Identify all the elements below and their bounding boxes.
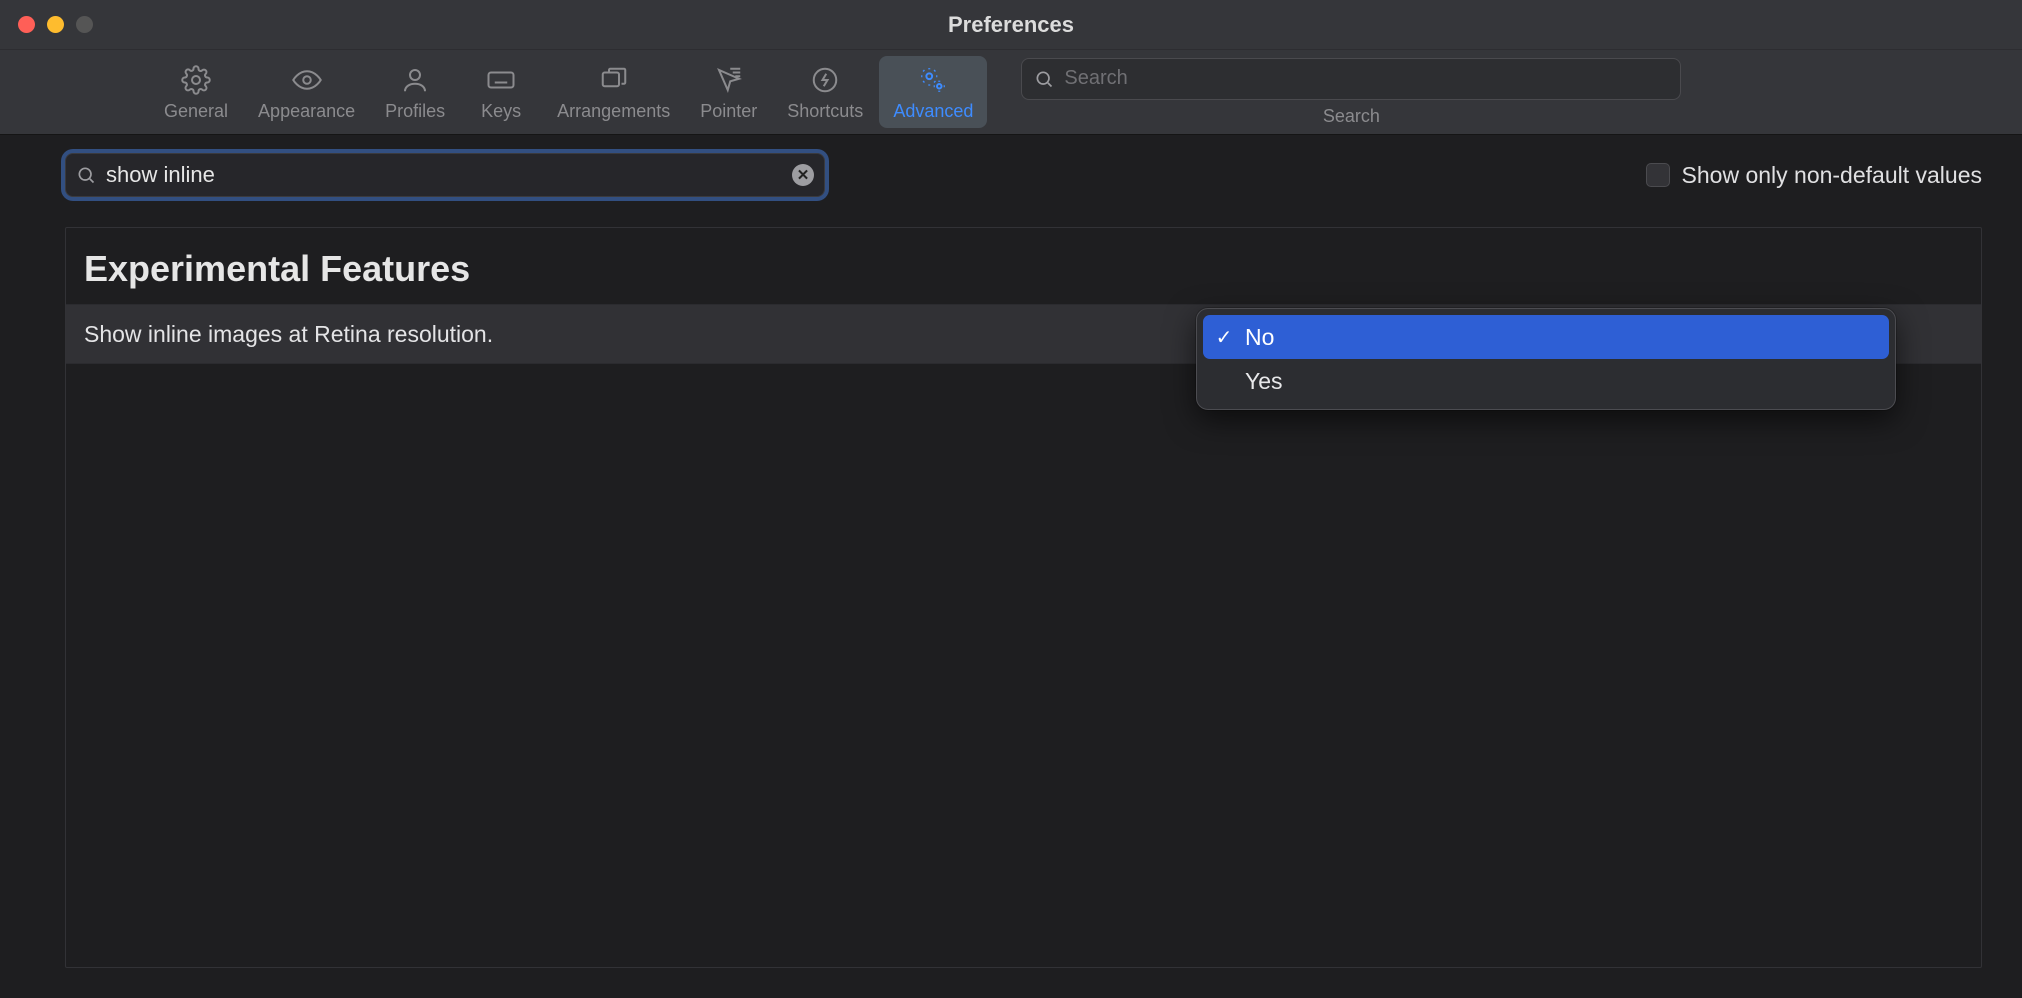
filter-input[interactable] — [106, 162, 782, 188]
dropdown-option-no[interactable]: ✓ No — [1203, 315, 1889, 359]
tab-appearance-label: Appearance — [258, 101, 355, 122]
eye-icon — [285, 65, 329, 95]
tab-appearance[interactable]: Appearance — [244, 56, 369, 128]
keyboard-icon — [480, 65, 522, 95]
nondefault-checkbox-label: Show only non-default values — [1682, 162, 1982, 189]
window-title: Preferences — [948, 12, 1074, 38]
tab-pointer[interactable]: Pointer — [686, 56, 771, 128]
cursor-icon — [712, 65, 746, 95]
tab-keys-label: Keys — [481, 101, 521, 122]
preferences-window: Preferences General Appearance Profi — [0, 0, 2022, 998]
gears-icon — [911, 65, 955, 95]
toolbar-search-label: Search — [1323, 106, 1380, 127]
tab-row: General Appearance Profiles Keys — [20, 56, 987, 128]
setting-row-label: Show inline images at Retina resolution. — [84, 321, 493, 348]
toolbar-search-input[interactable] — [1064, 67, 1668, 90]
dropdown-option-label: Yes — [1245, 368, 1283, 395]
filter-box[interactable]: ✕ — [65, 153, 825, 197]
nondefault-checkbox[interactable] — [1646, 163, 1670, 187]
tab-general-label: General — [164, 101, 228, 122]
tab-advanced[interactable]: Advanced — [879, 56, 987, 128]
dropdown-option-label: No — [1245, 324, 1274, 351]
traffic-lights — [0, 16, 93, 33]
tab-shortcuts[interactable]: Shortcuts — [773, 56, 877, 128]
close-icon: ✕ — [797, 166, 810, 184]
windows-icon — [593, 65, 635, 95]
filter-row: ✕ Show only non-default values — [65, 153, 1982, 197]
clear-filter-button[interactable]: ✕ — [792, 164, 814, 186]
gear-icon — [178, 65, 214, 95]
toolbar-search[interactable] — [1021, 58, 1681, 100]
tab-profiles[interactable]: Profiles — [371, 56, 459, 128]
preferences-toolbar: General Appearance Profiles Keys — [0, 50, 2022, 135]
tab-keys[interactable]: Keys — [461, 56, 541, 128]
tab-shortcuts-label: Shortcuts — [787, 101, 863, 122]
results-area: Experimental Features Show inline images… — [65, 227, 1982, 968]
dropdown-option-yes[interactable]: Yes — [1203, 359, 1889, 403]
tab-arrangements-label: Arrangements — [557, 101, 670, 122]
advanced-content: ✕ Show only non-default values Experimen… — [0, 135, 2022, 998]
close-window-button[interactable] — [18, 16, 35, 33]
search-icon — [76, 165, 96, 185]
tab-pointer-label: Pointer — [700, 101, 757, 122]
check-icon: ✓ — [1215, 325, 1233, 350]
tab-advanced-label: Advanced — [893, 101, 973, 122]
search-icon — [1034, 69, 1054, 89]
section-header: Experimental Features — [66, 228, 1981, 304]
zoom-window-button[interactable] — [76, 16, 93, 33]
tab-general[interactable]: General — [150, 56, 242, 128]
tab-profiles-label: Profiles — [385, 101, 445, 122]
lightning-icon — [808, 65, 842, 95]
profile-icon — [398, 65, 432, 95]
tab-arrangements[interactable]: Arrangements — [543, 56, 684, 128]
minimize-window-button[interactable] — [47, 16, 64, 33]
nondefault-checkbox-row[interactable]: Show only non-default values — [1646, 162, 1982, 189]
toolbar-search-wrap: Search — [1021, 58, 1681, 127]
title-bar: Preferences — [0, 0, 2022, 50]
value-dropdown: ✓ No Yes — [1196, 308, 1896, 410]
